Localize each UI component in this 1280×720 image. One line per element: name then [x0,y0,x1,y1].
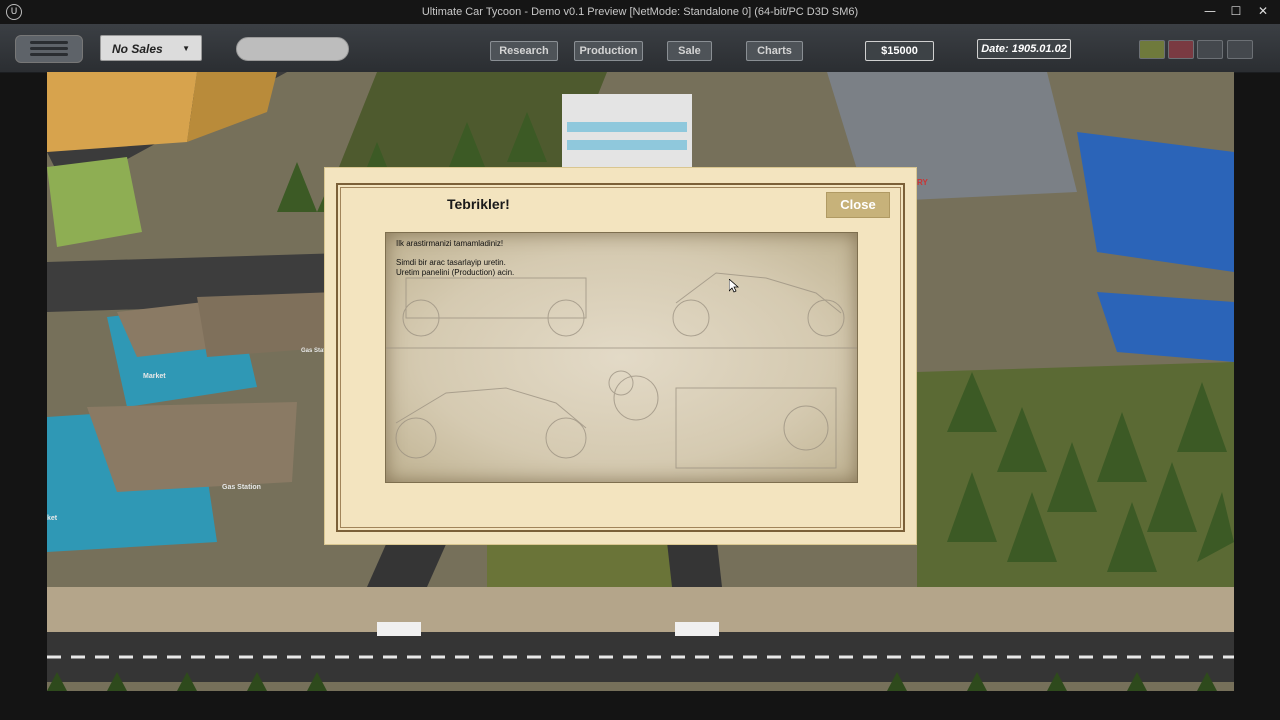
close-button[interactable]: Close [826,192,890,218]
close-icon[interactable]: ✕ [1250,2,1276,20]
search-input[interactable] [236,37,349,61]
congratulations-dialog: Tebrikler! Close Ilk arastirmanizi tamam… [325,168,916,544]
blueprint-paper: Ilk arastirmanizi tamamladiniz! Simdi bi… [385,232,858,483]
sales-dropdown-value: No Sales [112,42,163,56]
sales-dropdown[interactable]: No Sales ▼ [100,35,202,61]
production-button[interactable]: Production [574,41,643,61]
research-button[interactable]: Research [490,41,558,61]
game-toolbar: No Sales ▼ Research Production Sale Char… [0,24,1280,73]
message-line-2: Simdi bir arac tasarlayip uretin. [396,258,506,267]
market-sign-2: ket [47,515,58,522]
mouse-cursor-icon [729,279,739,293]
gas-station-sign: Gas Station [222,484,261,491]
minimize-icon[interactable]: — [1197,2,1223,20]
dialog-message: Ilk arastirmanizi tamamladiniz! Simdi bi… [396,239,514,278]
window-title-bar: U Ultimate Car Tycoon - Demo v0.1 Previe… [0,0,1280,24]
message-line-1: Ilk arastirmanizi tamamladiniz! [396,239,504,248]
factory-sign: RY [917,178,928,187]
play-button[interactable] [1197,40,1223,59]
chevron-down-icon: ▼ [182,44,190,53]
money-display: $15000 [865,41,934,61]
market-sign: Market [143,373,166,380]
stop-button[interactable] [1168,40,1194,59]
charts-button[interactable]: Charts [746,41,803,61]
maximize-icon[interactable]: ☐ [1223,2,1249,20]
hamburger-menu-icon[interactable] [15,35,83,63]
date-display: Date: 1905.01.02 [977,39,1071,59]
fast-forward-button[interactable] [1227,40,1253,59]
window-title: Ultimate Car Tycoon - Demo v0.1 Preview … [421,6,859,18]
pause-button[interactable] [1139,40,1165,59]
dialog-title: Tebrikler! [447,196,510,212]
sale-button[interactable]: Sale [667,41,712,61]
message-line-3: Uretim panelini (Production) acin. [396,268,515,277]
gas-station-sign-2: Gas Stati [301,348,327,354]
